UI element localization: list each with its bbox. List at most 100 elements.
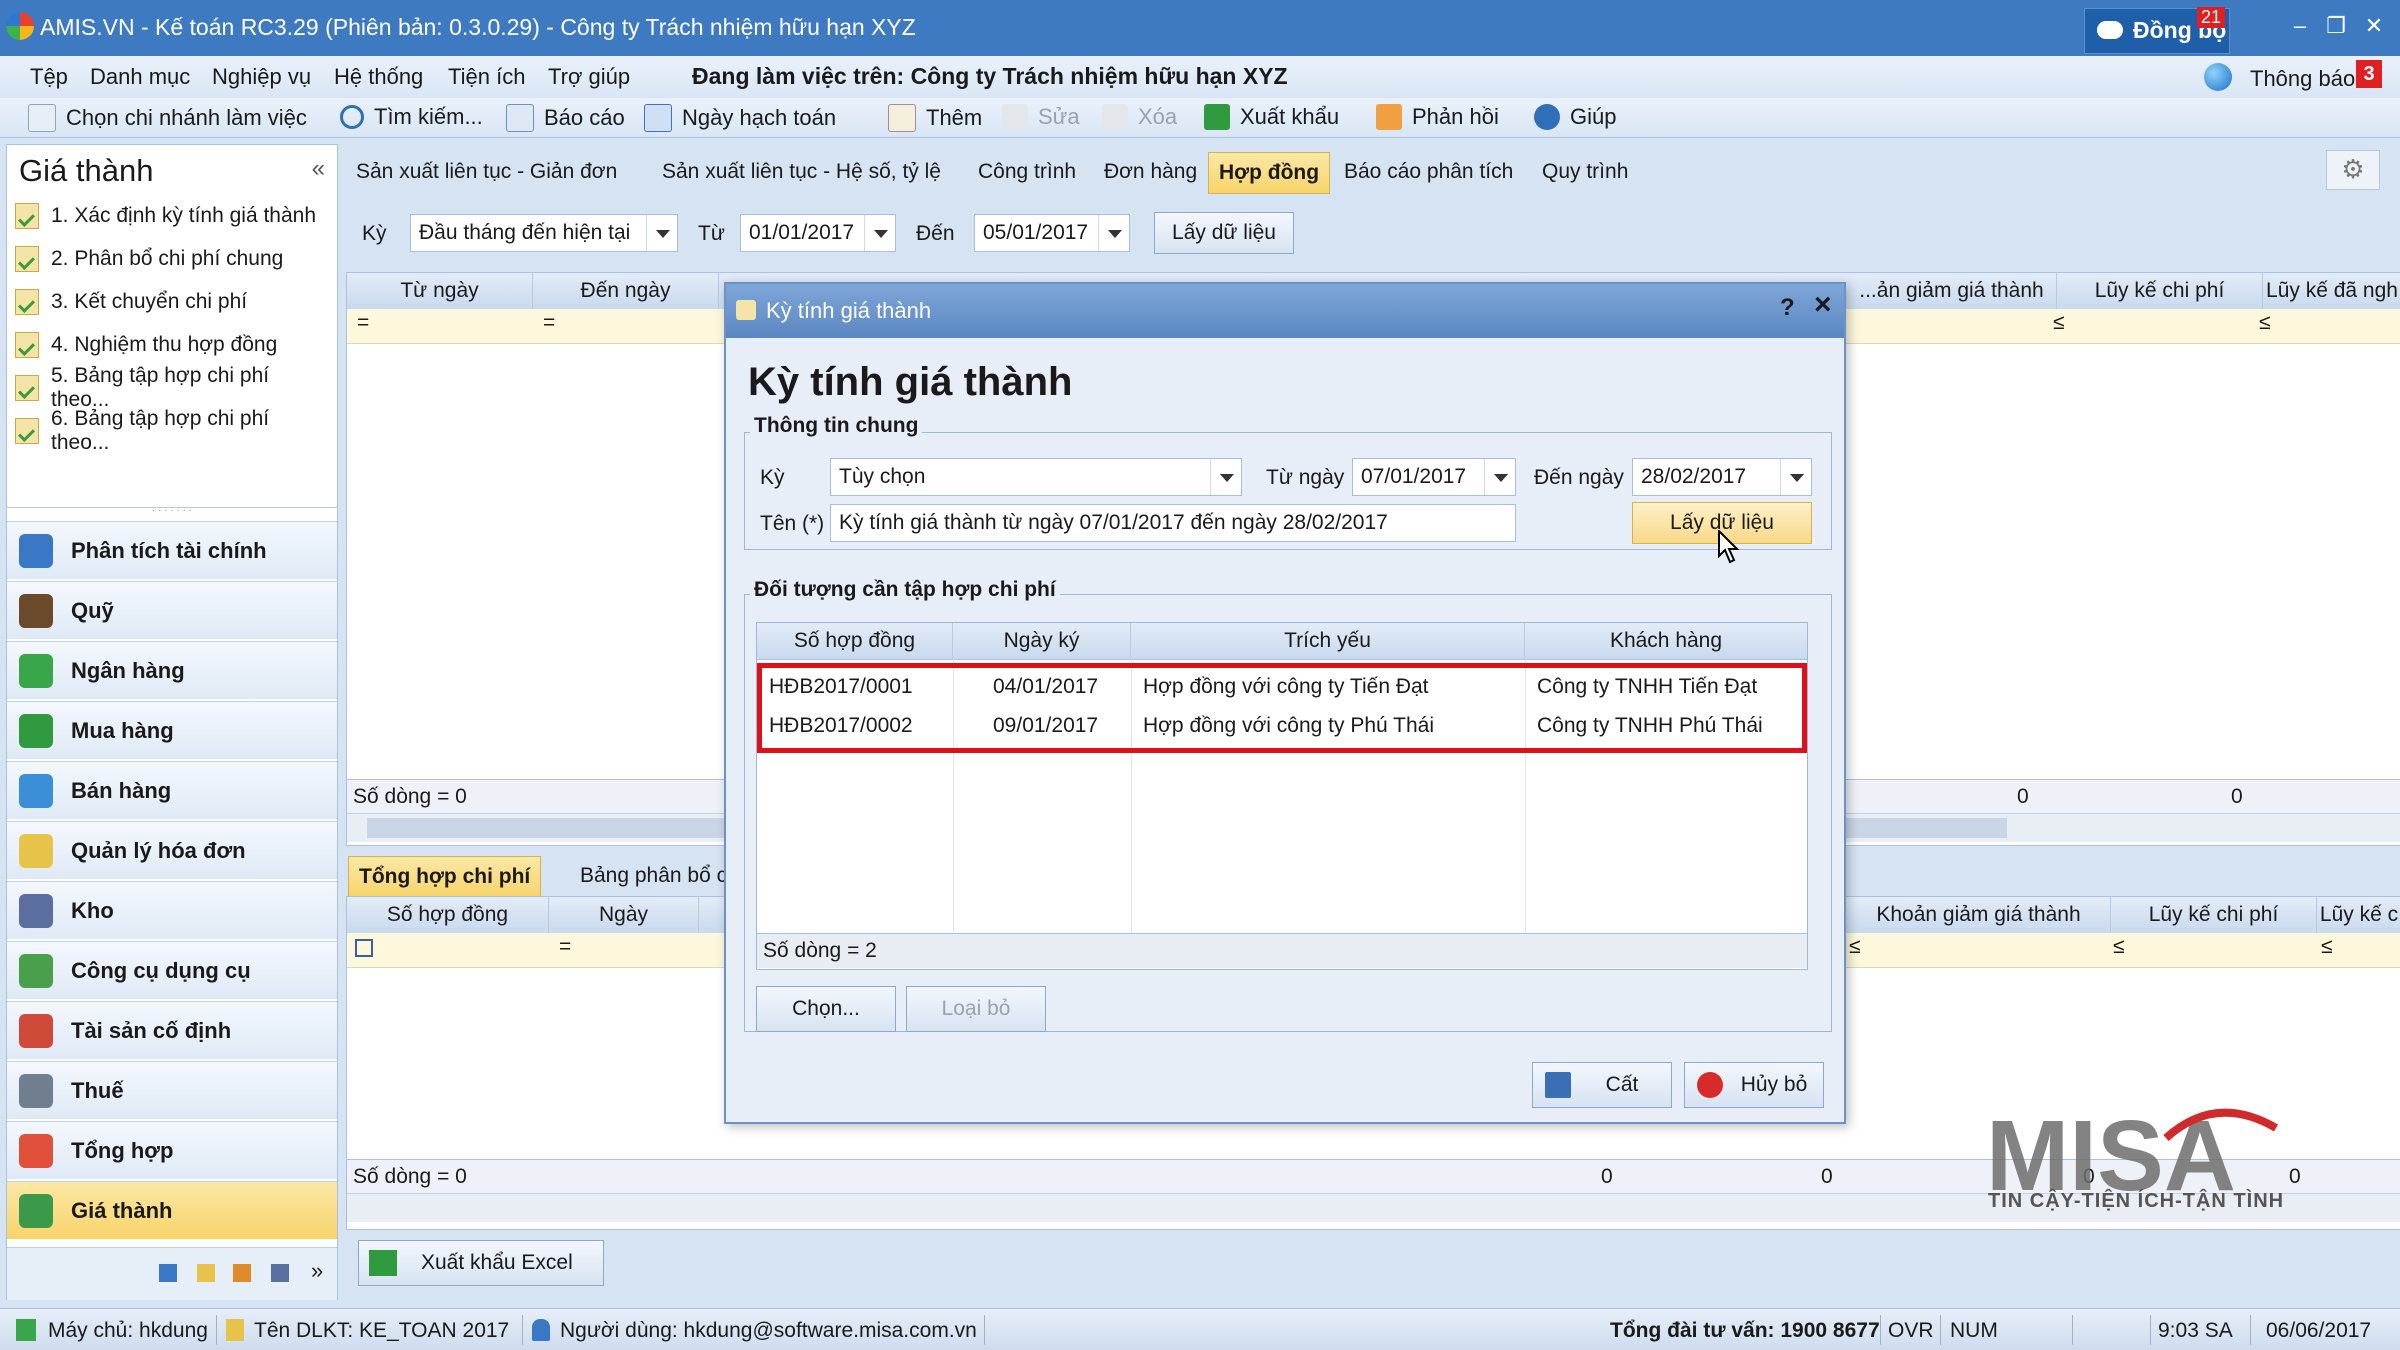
column-header[interactable]: Đến ngày — [533, 273, 719, 309]
add-button[interactable]: Thêm — [888, 104, 982, 132]
help-button[interactable]: Giúp — [1534, 104, 1616, 130]
total-cell: 0 — [2289, 1165, 2301, 1188]
module-sales[interactable]: Bán hàng — [7, 761, 337, 819]
from-date-field[interactable]: 01/01/2017 — [740, 214, 896, 252]
module-general[interactable]: Tổng hợp — [7, 1121, 337, 1179]
menu-catalog[interactable]: Danh mục — [90, 64, 190, 90]
column-header[interactable]: Ngày ký — [953, 623, 1131, 659]
to-date-field[interactable]: 05/01/2017 — [974, 214, 1130, 252]
fetch-data-button[interactable]: Lấy dữ liệu — [1154, 212, 1294, 254]
module-tax[interactable]: Thuế — [7, 1061, 337, 1119]
column-header[interactable]: Lũy kế chi phí — [2057, 273, 2263, 309]
tab-construction[interactable]: Công trình — [968, 152, 1086, 192]
task-item[interactable]: 3. Kết chuyển chi phí — [15, 283, 333, 321]
edit-button[interactable]: Sửa — [1002, 104, 1080, 130]
excel-icon — [369, 1250, 397, 1276]
dialog-help-icon[interactable]: ? — [1780, 294, 1795, 322]
delete-button[interactable]: Xóa — [1102, 104, 1177, 130]
collapse-icon[interactable]: « — [312, 155, 325, 183]
branch-icon — [28, 104, 56, 132]
export-excel-button[interactable]: Xuất khẩu Excel — [358, 1240, 604, 1286]
column-header[interactable]: Khoản giảm giá thành — [1847, 897, 2111, 933]
column-header[interactable]: Lũy kế đã ngh — [2263, 273, 2400, 309]
module-purchase[interactable]: Mua hàng — [7, 701, 337, 759]
cancel-button[interactable]: Hủy bỏ — [1684, 1062, 1824, 1108]
mail-icon — [1376, 104, 1402, 130]
dialog-close-icon[interactable]: × — [1814, 288, 1832, 322]
period-select[interactable]: Đầu tháng đến hiện tại — [410, 214, 678, 252]
tab-analysis-report[interactable]: Báo cáo phân tích — [1334, 152, 1523, 192]
module-warehouse[interactable]: Kho — [7, 881, 337, 939]
column-header[interactable]: Khách hàng — [1525, 623, 1807, 659]
module-bank[interactable]: Ngân hàng — [7, 641, 337, 699]
menu-help[interactable]: Trợ giúp — [548, 64, 630, 90]
settings-gear-icon[interactable]: ⚙ — [2326, 150, 2380, 190]
user-info: Người dùng: hkdung@software.misa.com.vn — [560, 1319, 977, 1342]
dlg-to-date-field[interactable]: 28/02/2017 — [1632, 458, 1812, 496]
dlg-period-select[interactable]: Tùy chọn — [830, 458, 1242, 496]
module-cash[interactable]: Quỹ — [7, 581, 337, 639]
chevron-down-icon[interactable] — [646, 215, 677, 251]
dlg-name-field[interactable]: Kỳ tính giá thành từ ngày 07/01/2017 đến… — [830, 504, 1516, 542]
feedback-button[interactable]: Phản hồi — [1376, 104, 1499, 130]
module-costing[interactable]: Giá thành — [7, 1181, 337, 1239]
search-button[interactable]: Tìm kiếm... — [340, 104, 483, 130]
module-invoice[interactable]: Quản lý hóa đơn — [7, 821, 337, 879]
more-icon[interactable]: » — [311, 1258, 323, 1284]
choose-button[interactable]: Chọn... — [756, 986, 896, 1032]
menu-system[interactable]: Hệ thống — [334, 64, 423, 90]
module-tools[interactable]: Công cụ dụng cụ — [7, 941, 337, 999]
tab-process[interactable]: Quy trình — [1532, 152, 1638, 192]
checkbox-icon[interactable] — [355, 939, 373, 957]
chevron-down-icon[interactable] — [1098, 215, 1129, 251]
chevron-down-icon[interactable] — [1210, 459, 1241, 495]
delete-icon — [1102, 104, 1128, 130]
tab-cost-summary[interactable]: Tổng hợp chi phí — [348, 856, 542, 898]
shortcut-icon[interactable] — [159, 1264, 177, 1282]
sync-button[interactable]: Đồng bộ 21 — [2084, 7, 2230, 54]
column-header[interactable]: Số hợp đồng — [757, 623, 953, 659]
tab-continuous-ratio[interactable]: Sản xuất liên tục - Hệ số, tỷ lệ — [652, 152, 951, 192]
dialog-title-bar[interactable]: Kỳ tính giá thành ? × — [726, 284, 1844, 338]
menu-operations[interactable]: Nghiệp vụ — [212, 64, 311, 90]
maximize-icon[interactable]: ❐ — [2320, 12, 2352, 42]
column-header[interactable]: Ngày — [549, 897, 699, 933]
column-header[interactable]: Số hợp đồng — [347, 897, 549, 933]
branch-button[interactable]: Chọn chi nhánh làm việc — [28, 104, 307, 132]
report-icon — [506, 104, 534, 132]
shortcut-icon[interactable] — [233, 1264, 251, 1282]
remove-button[interactable]: Loại bỏ — [906, 986, 1046, 1032]
save-button[interactable]: Cất — [1532, 1062, 1672, 1108]
chevron-down-icon[interactable] — [1484, 459, 1515, 495]
tab-contracts[interactable]: Hợp đồng — [1208, 152, 1331, 194]
chevron-down-icon[interactable] — [1780, 459, 1811, 495]
tab-continuous-simple[interactable]: Sản xuất liên tục - Giản đơn — [346, 152, 627, 192]
task-item[interactable]: 5. Bảng tập hợp chi phí theo... — [15, 364, 333, 411]
report-button[interactable]: Báo cáo — [506, 104, 625, 132]
task-item[interactable]: 4. Nghiệm thu hợp đồng — [15, 326, 333, 364]
menu-file[interactable]: Tệp — [30, 64, 68, 90]
tab-allocation[interactable]: Bảng phân bổ c — [570, 856, 737, 896]
notification-link[interactable]: Thông báo — [2250, 66, 2355, 92]
menu-utilities[interactable]: Tiện ích — [448, 64, 525, 90]
dlg-from-date-field[interactable]: 07/01/2017 — [1352, 458, 1516, 496]
column-header[interactable]: Lũy kế chi phí — [2111, 897, 2317, 933]
module-financial-analysis[interactable]: Phân tích tài chính — [7, 521, 337, 579]
task-item[interactable]: 2. Phân bổ chi phí chung — [15, 240, 333, 278]
export-button[interactable]: Xuất khẩu — [1204, 104, 1339, 130]
minimize-icon[interactable]: – — [2284, 12, 2316, 42]
close-window-icon[interactable]: ✕ — [2358, 12, 2390, 42]
module-fixed-assets[interactable]: Tài sản cố định — [7, 1001, 337, 1059]
shortcut-icon[interactable] — [271, 1264, 289, 1282]
posting-date-button[interactable]: Ngày hạch toán — [644, 104, 836, 132]
column-header[interactable]: Lũy kế c — [2317, 897, 2400, 933]
column-header[interactable]: ...ản giảm giá thành — [1847, 273, 2057, 309]
chevron-down-icon[interactable] — [864, 215, 895, 251]
shortcut-icon[interactable] — [197, 1264, 215, 1282]
task-item[interactable]: 1. Xác định kỳ tính giá thành — [15, 197, 333, 235]
column-header[interactable]: Từ ngày — [347, 273, 533, 309]
column-header[interactable]: Trích yếu — [1131, 623, 1525, 659]
task-item[interactable]: 6. Bảng tập hợp chi phí theo... — [15, 407, 333, 454]
panel-splitter[interactable]: · · · · · · · — [7, 506, 337, 518]
tab-orders[interactable]: Đơn hàng — [1094, 152, 1207, 192]
